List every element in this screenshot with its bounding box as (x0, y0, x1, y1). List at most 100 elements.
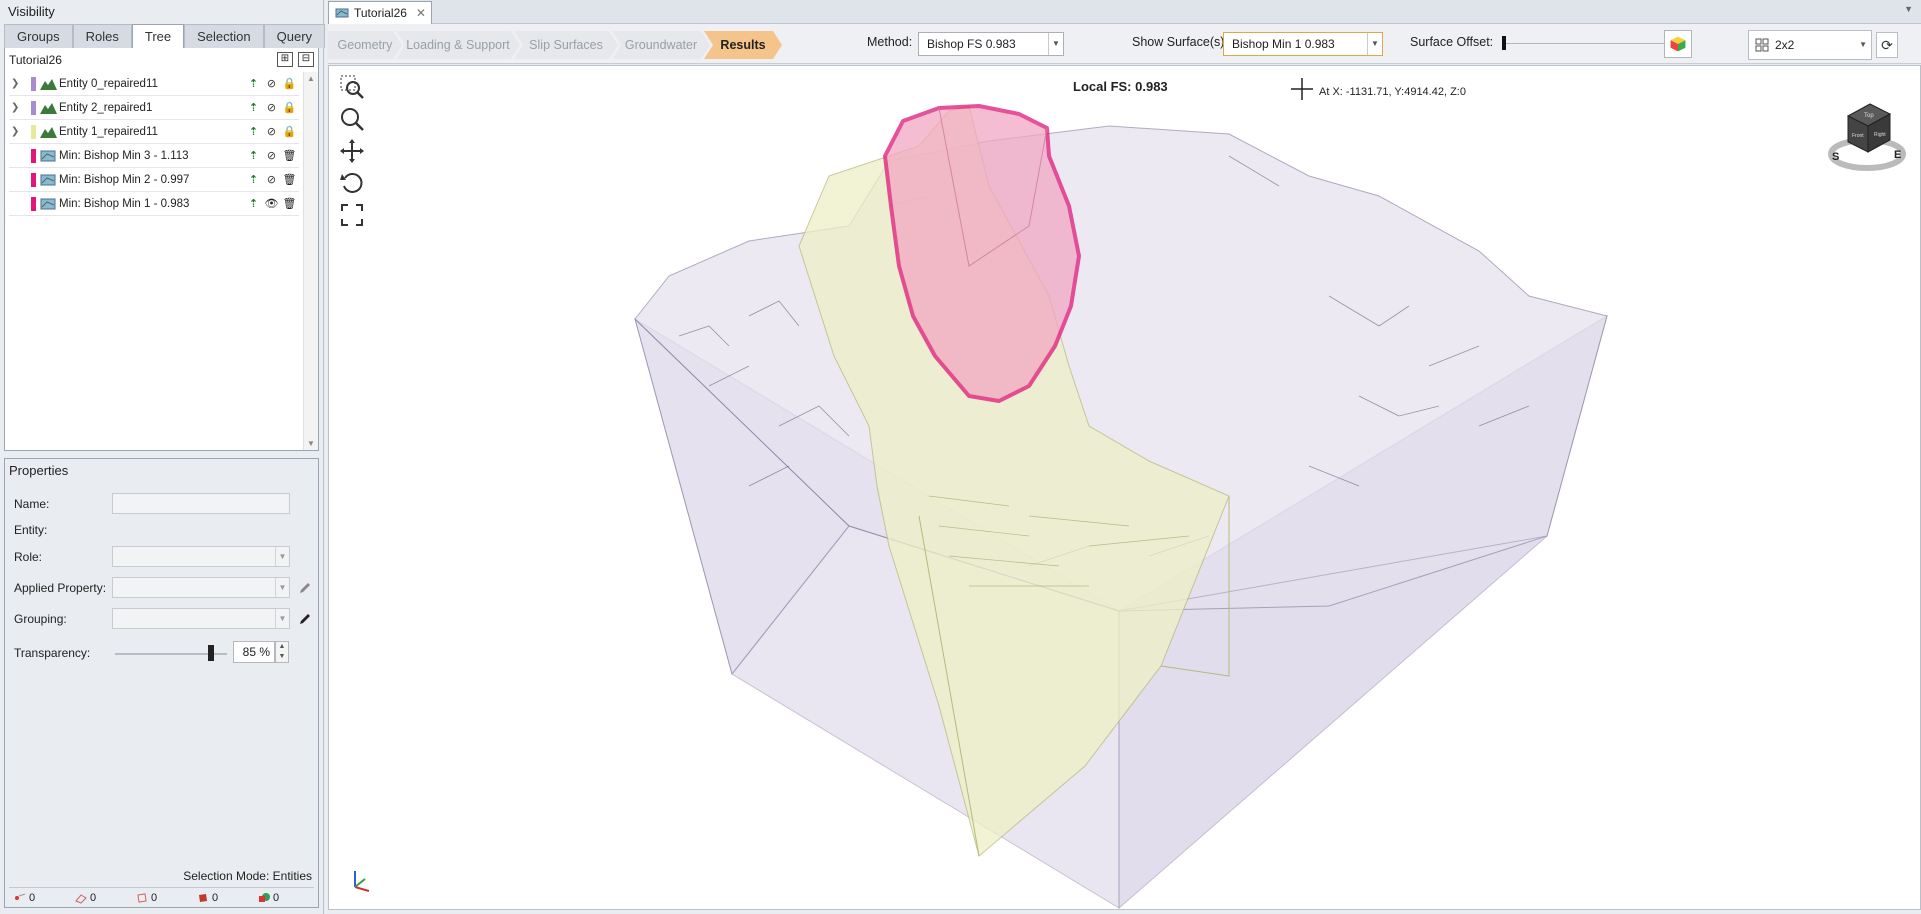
tab-query[interactable]: Query (263, 24, 326, 48)
scroll-up-icon[interactable]: ▲ (307, 74, 315, 83)
navcube-top-face[interactable]: Top (1864, 113, 1874, 119)
zoom-extents-icon[interactable] (339, 202, 365, 228)
compass-east[interactable]: E (1894, 149, 1901, 161)
name-label: Name: (14, 497, 50, 511)
compass-south[interactable]: S (1832, 151, 1839, 163)
step-geometry[interactable]: Geometry (328, 31, 402, 59)
zoom-icon[interactable] (339, 106, 365, 132)
spin-down-icon[interactable]: ▼ (279, 653, 286, 660)
show-surfaces-select[interactable]: Bishop Min 1 0.983 ▼ (1223, 32, 1383, 56)
transparency-slider-thumb[interactable] (208, 645, 214, 661)
hidden-eye-icon[interactable]: ⊘ (264, 125, 279, 140)
tree-row[interactable]: ❯ Entity 2_repaired1 ⇡ ⊘ 🔒 (9, 96, 299, 120)
tree-root-label: Tutorial26 (9, 53, 62, 67)
contour-color-icon[interactable] (1664, 30, 1692, 58)
step-slip-surfaces[interactable]: Slip Surfaces (514, 31, 618, 59)
push-to-front-icon[interactable]: ⇡ (246, 77, 261, 92)
hidden-eye-icon[interactable]: ⊘ (264, 101, 279, 116)
left-panel: Visibility Groups Roles Tree Selection Q… (0, 0, 326, 914)
tree-root-row: Tutorial26 ⊞ ⊟ (5, 48, 318, 72)
expand-chevron-icon[interactable]: ❯ (11, 96, 23, 120)
step-loading-support[interactable]: Loading & Support (396, 31, 520, 59)
navcube-front-face[interactable]: Front (1852, 133, 1864, 139)
refresh-icon[interactable]: ⟳ (1876, 32, 1898, 58)
tab-tree[interactable]: Tree (131, 24, 185, 49)
3d-viewport[interactable]: Local FS: 0.983 At X: -1131.71, Y:4914.4… (328, 65, 1921, 910)
grouping-select[interactable]: ▼ (112, 608, 290, 629)
surface-offset-thumb[interactable] (1502, 36, 1506, 50)
color-swatch[interactable] (31, 173, 36, 187)
method-label: Method: (867, 35, 913, 49)
lock-icon[interactable]: 🔒 (282, 101, 297, 116)
collapse-all-button[interactable]: ⊟ (298, 52, 314, 67)
3d-model-scene[interactable] (329, 66, 1921, 910)
edit-grouping-pencil-icon[interactable] (297, 611, 313, 627)
color-swatch[interactable] (31, 125, 36, 139)
push-to-front-icon[interactable]: ⇡ (246, 125, 261, 140)
tree-row-label: Entity 0_repaired11 (59, 78, 158, 90)
terrain-entity-icon (40, 127, 57, 138)
transparency-spinner[interactable]: ▲ ▼ (275, 641, 289, 663)
expand-chevron-icon[interactable]: ❯ (11, 120, 23, 144)
properties-title: Properties (9, 463, 69, 478)
color-swatch[interactable] (31, 101, 36, 115)
tree-row[interactable]: Min: Bishop Min 1 - 0.983 ⇡ 👁 🗑 (9, 192, 299, 216)
tab-selection[interactable]: Selection (184, 24, 264, 48)
color-swatch[interactable] (31, 149, 36, 163)
zoom-window-icon[interactable] (339, 74, 365, 100)
tree-row[interactable]: ❯ Entity 1_repaired11 ⇡ ⊘ 🔒 (9, 120, 299, 144)
push-to-front-icon[interactable]: ⇡ (246, 197, 261, 212)
rotate-icon[interactable] (339, 170, 365, 196)
layout-select[interactable]: 2x2 ▼ (1748, 30, 1872, 60)
tree-row[interactable]: ❯ Entity 0_repaired11 ⇡ ⊘ 🔒 (9, 72, 299, 96)
close-icon[interactable]: ✕ (416, 6, 426, 20)
tree-view: Tutorial26 ⊞ ⊟ ❯ Entity 0_repaired11 ⇡ ⊘ 🔒 ❯ E… (4, 48, 319, 451)
delete-icon[interactable]: 🗑 (282, 149, 297, 164)
scroll-down-icon[interactable]: ▼ (307, 439, 315, 448)
method-select[interactable]: Bishop FS 0.983 ▼ (918, 32, 1064, 56)
tree-row[interactable]: Min: Bishop Min 2 - 0.997 ⇡ ⊘ 🗑 (9, 168, 299, 192)
navigation-cube[interactable]: Top Front Right S E (1824, 92, 1910, 178)
tree-rows: ❯ Entity 0_repaired11 ⇡ ⊘ 🔒 ❯ Entity 2_repaire… (5, 72, 318, 216)
tree-scrollbar[interactable]: ▲ ▼ (303, 72, 318, 450)
transparency-input[interactable]: 85 % (233, 641, 275, 663)
delete-icon[interactable]: 🗑 (282, 173, 297, 188)
document-tab-title: Tutorial26 (354, 6, 407, 20)
role-select[interactable]: ▼ (112, 546, 290, 567)
hidden-eye-icon[interactable]: ⊘ (264, 149, 279, 164)
tab-roles[interactable]: Roles (72, 24, 132, 48)
edit-property-pencil-icon[interactable] (297, 580, 313, 596)
pan-icon[interactable] (339, 138, 365, 164)
edge-count: 0 (70, 892, 131, 904)
hidden-eye-icon[interactable]: ⊘ (264, 173, 279, 188)
name-field[interactable] (112, 493, 290, 514)
expand-chevron-icon[interactable]: ❯ (11, 72, 23, 96)
delete-icon[interactable]: 🗑 (282, 197, 297, 212)
step-groundwater[interactable]: Groundwater (612, 31, 710, 59)
lock-icon[interactable]: 🔒 (282, 125, 297, 140)
tree-row-label: Entity 1_repaired11 (59, 126, 158, 138)
chevron-down-icon[interactable]: ▼ (1904, 4, 1913, 14)
tab-groups[interactable]: Groups (4, 24, 73, 48)
color-swatch[interactable] (31, 197, 36, 211)
document-tab-bar: Tutorial26 ✕ ▼ (328, 0, 1921, 24)
applied-property-select[interactable]: ▼ (112, 577, 290, 598)
vertex-count: 0 (9, 892, 70, 904)
step-results[interactable]: Results (704, 31, 782, 59)
surface-offset-slider[interactable] (1502, 43, 1680, 44)
selection-mode-text: Selection Mode: Entities (183, 869, 312, 883)
push-to-front-icon[interactable]: ⇡ (246, 149, 261, 164)
tree-row[interactable]: Min: Bishop Min 3 - 1.113 ⇡ ⊘ 🗑 (9, 144, 299, 168)
document-tab[interactable]: Tutorial26 ✕ (328, 1, 432, 24)
navcube-right-face[interactable]: Right (1874, 132, 1886, 138)
push-to-front-icon[interactable]: ⇡ (246, 173, 261, 188)
expand-all-button[interactable]: ⊞ (277, 52, 293, 67)
spin-up-icon[interactable]: ▲ (279, 643, 286, 650)
selection-status-bar: 0 0 0 0 0 (9, 887, 314, 907)
push-to-front-icon[interactable]: ⇡ (246, 101, 261, 116)
visible-eye-icon[interactable]: 👁 (264, 197, 279, 212)
entity-label: Entity: (14, 523, 48, 537)
color-swatch[interactable] (31, 77, 36, 91)
lock-icon[interactable]: 🔒 (282, 77, 297, 92)
hidden-eye-icon[interactable]: ⊘ (264, 77, 279, 92)
